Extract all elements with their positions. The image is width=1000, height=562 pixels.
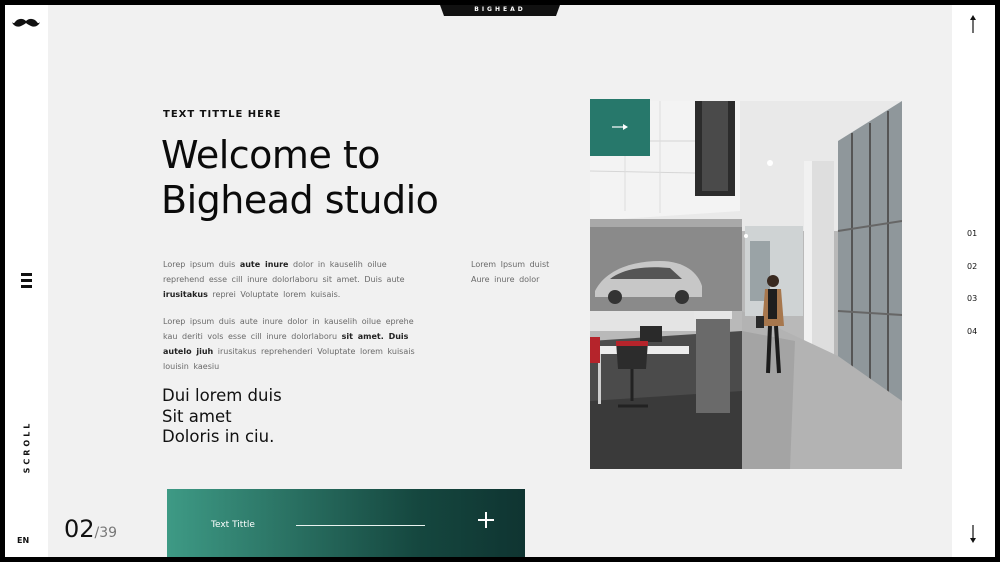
arrow-up-icon[interactable]	[969, 15, 977, 33]
card-title: Text Tittle	[211, 520, 255, 530]
slide-total: /39	[94, 525, 118, 541]
headline-line-2: Bighead studio	[161, 178, 439, 222]
feature-card[interactable]: Text Tittle	[167, 489, 525, 557]
office-photo	[590, 101, 902, 469]
pager-item-4[interactable]: 04	[967, 316, 977, 349]
slide-current: 02	[64, 515, 95, 543]
mustache-logo-icon[interactable]	[12, 17, 40, 29]
left-sidebar: SCROLL EN	[5, 5, 48, 557]
headline-line-1: Welcome to	[161, 133, 381, 177]
brand-name: BIGHEAD	[474, 6, 526, 13]
section-kicker: TEXT TITTLE HERE	[163, 109, 282, 120]
language-switch[interactable]: EN	[17, 536, 29, 545]
side-paragraph: Lorem Ipsum duist Aure inure dolor	[471, 260, 550, 284]
next-slide-button[interactable]	[590, 99, 650, 156]
slide-pager: 01 02 03 04	[967, 218, 977, 348]
brand-tab: BIGHEAD	[440, 5, 560, 16]
tagline-line-1: Dui lorem duis	[162, 386, 282, 405]
arrow-right-icon	[612, 124, 628, 130]
pager-item-3[interactable]: 03	[967, 283, 977, 316]
plus-icon[interactable]	[478, 512, 494, 528]
main-panel: BIGHEAD TEXT TITTLE HERE Welcome to Bigh…	[48, 5, 952, 557]
intro-paragraph-2: Lorep ipsum duis aute inure dolor in kau…	[163, 317, 415, 371]
arrow-down-icon[interactable]	[969, 525, 977, 543]
pager-item-1[interactable]: 01	[967, 218, 977, 251]
pager-item-2[interactable]: 02	[967, 251, 977, 284]
slide-counter: 02/39	[64, 515, 117, 543]
page-title: Welcome to Bighead studio	[161, 133, 439, 223]
intro-paragraph-1: Lorep ipsum duis aute inure dolor in kau…	[163, 260, 405, 299]
tagline-line-3: Doloris in ciu.	[162, 427, 275, 446]
tagline: Dui lorem duis Sit amet Doloris in ciu.	[162, 386, 282, 448]
right-sidebar: 01 02 03 04	[952, 5, 995, 557]
tagline-line-2: Sit amet	[162, 406, 232, 426]
scroll-label: SCROLL	[22, 420, 32, 474]
page-frame: SCROLL EN BIGHEAD TEXT TITTLE HERE Welco…	[5, 5, 995, 557]
card-divider	[296, 525, 425, 526]
menu-icon[interactable]	[21, 273, 32, 289]
